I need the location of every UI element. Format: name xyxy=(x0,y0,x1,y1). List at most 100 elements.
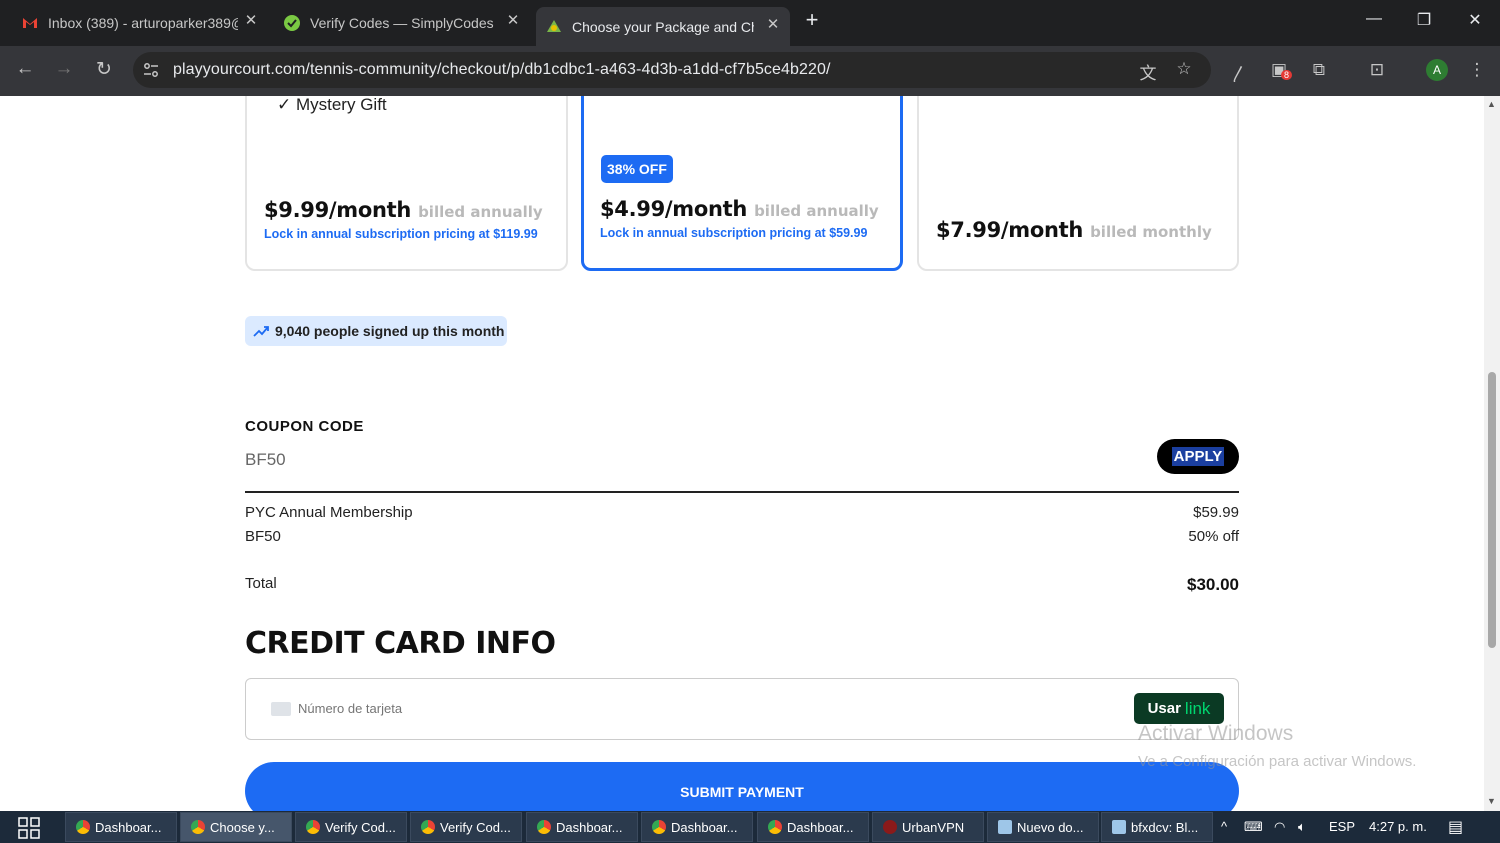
back-icon[interactable]: ← xyxy=(12,58,38,80)
social-proof-text: 9,040 people signed up this month xyxy=(275,323,505,339)
summary-discount-label: BF50 xyxy=(245,528,281,545)
taskbar-item[interactable]: Choose y... xyxy=(180,812,292,842)
clock[interactable]: 4:27 p. m. xyxy=(1369,819,1427,834)
extensions-puzzle-icon[interactable]: ⧉ xyxy=(1308,60,1330,80)
link-logo: link xyxy=(1184,698,1211,718)
tray-chevron-up-icon[interactable]: ^ xyxy=(1221,819,1227,834)
minimize-icon[interactable]: — xyxy=(1362,10,1386,28)
apply-coupon-button[interactable]: APPLY xyxy=(1157,439,1239,474)
scrollbar-thumb[interactable] xyxy=(1488,372,1496,648)
address-bar[interactable]: playyourcourt.com/tennis-community/check… xyxy=(133,52,1211,88)
close-tab-icon[interactable]: ✕ xyxy=(502,11,524,29)
close-window-icon[interactable]: ✕ xyxy=(1463,10,1487,30)
plan-card-annual-premium[interactable]: ✓ Mystery Gift $9.99/month billed annual… xyxy=(245,96,568,271)
chrome-icon xyxy=(537,820,551,834)
forward-icon[interactable]: → xyxy=(51,58,77,80)
credit-card-title: CREDIT CARD INFO xyxy=(245,626,556,661)
translate-icon[interactable]: 文 xyxy=(1137,59,1159,84)
use-link-button[interactable]: Usar link xyxy=(1134,693,1224,724)
summary-item-label: PYC Annual Membership xyxy=(245,504,413,521)
taskbar-item[interactable]: Dashboar... xyxy=(526,812,638,842)
taskbar-item[interactable]: Dashboar... xyxy=(65,812,177,842)
plan-card-annual-selected[interactable]: 38% OFF $4.99/month billed annually Lock… xyxy=(581,96,903,271)
trending-up-icon xyxy=(253,326,269,337)
chrome-icon xyxy=(421,820,435,834)
credit-card-icon xyxy=(271,702,291,716)
chrome-icon xyxy=(306,820,320,834)
urbanvpn-icon xyxy=(883,820,897,834)
chrome-icon xyxy=(191,820,205,834)
extension-feather-icon[interactable]: 〳 xyxy=(1228,60,1250,85)
plan-card-monthly[interactable]: $7.99/month billed monthly xyxy=(917,96,1239,271)
plan-feature: ✓ Mystery Gift xyxy=(277,96,387,114)
notepad-icon xyxy=(1112,820,1126,834)
more-menu-icon[interactable]: ⋮ xyxy=(1466,60,1488,80)
extension-badge-icon[interactable]: ▣ 8 xyxy=(1268,60,1293,80)
tab-checkout[interactable]: Choose your Package and Chec ✕ xyxy=(536,7,790,46)
taskbar-item[interactable]: Verify Cod... xyxy=(295,812,407,842)
scroll-up-icon[interactable]: ▲ xyxy=(1487,99,1496,109)
start-grid-icon[interactable] xyxy=(18,817,40,839)
plan-lockin-text: Lock in annual subscription pricing at $… xyxy=(264,227,538,241)
discount-badge: 38% OFF xyxy=(601,155,673,183)
summary-total-label: Total xyxy=(245,575,277,592)
profile-avatar[interactable]: A xyxy=(1426,59,1448,81)
windows-activation-title: Activar Windows xyxy=(1138,722,1294,745)
taskbar-item[interactable]: bfxdcv: Bl... xyxy=(1101,812,1213,842)
site-settings-icon[interactable] xyxy=(143,62,159,78)
plan-price: $9.99/month billed annually xyxy=(264,198,543,222)
browser-toolbar: ← → ↻ playyourcourt.com/tennis-community… xyxy=(0,46,1500,96)
tab-simplycodes[interactable]: Verify Codes — SimplyCodes ✕ xyxy=(284,8,524,38)
taskbar-item[interactable]: Dashboar... xyxy=(757,812,869,842)
summary-total-value: $30.00 xyxy=(1187,575,1239,594)
close-tab-icon[interactable]: ✕ xyxy=(762,15,784,33)
chrome-icon xyxy=(652,820,666,834)
notifications-icon[interactable]: ▤ xyxy=(1448,817,1463,837)
plan-price: $4.99/month billed annually xyxy=(600,197,879,221)
card-number-input[interactable] xyxy=(298,701,898,716)
submit-payment-button[interactable]: SUBMIT PAYMENT xyxy=(245,762,1239,811)
notepad-icon xyxy=(998,820,1012,834)
new-tab-icon[interactable]: + xyxy=(800,7,824,33)
extension-badge-count: 8 xyxy=(1281,70,1293,80)
checkout-page: ✓ Mystery Gift $9.99/month billed annual… xyxy=(0,96,1484,811)
tab-gmail[interactable]: Inbox (389) - arturoparker389@ ✕ xyxy=(22,8,262,38)
bookmark-star-icon[interactable]: ☆ xyxy=(1173,59,1195,79)
language-indicator[interactable]: ESP xyxy=(1329,819,1355,834)
coupon-divider xyxy=(245,491,1239,493)
taskbar-item[interactable]: Verify Cod... xyxy=(410,812,522,842)
summary-discount-value: 50% off xyxy=(1188,528,1239,545)
social-proof-badge: 9,040 people signed up this month xyxy=(245,316,507,346)
apply-label: APPLY xyxy=(1171,447,1225,466)
tab-search-icon[interactable]: ⊡ xyxy=(1366,60,1388,80)
scroll-down-icon[interactable]: ▼ xyxy=(1487,796,1496,806)
plan-lockin-text: Lock in annual subscription pricing at $… xyxy=(600,226,868,240)
url-text: playyourcourt.com/tennis-community/check… xyxy=(173,61,831,78)
coupon-input[interactable] xyxy=(245,450,1125,470)
pyc-icon xyxy=(547,19,561,32)
browser-tab-bar: Inbox (389) - arturoparker389@ ✕ Verify … xyxy=(0,0,1500,46)
chrome-icon xyxy=(768,820,782,834)
simplycodes-icon xyxy=(284,15,300,31)
windows-taskbar: Dashboar... Choose y... Verify Cod... Ve… xyxy=(0,811,1500,843)
summary-item-price: $59.99 xyxy=(1193,504,1239,521)
card-number-field[interactable]: Usar link xyxy=(245,678,1239,740)
close-tab-icon[interactable]: ✕ xyxy=(240,11,262,29)
restore-icon[interactable]: ❐ xyxy=(1412,10,1436,30)
coupon-label: COUPON CODE xyxy=(245,418,364,435)
taskbar-item[interactable]: Nuevo do... xyxy=(987,812,1099,842)
windows-activation-subtitle: Ve a Configuración para activar Windows. xyxy=(1138,753,1417,770)
tab-title: Inbox (389) - arturoparker389@ xyxy=(48,15,238,31)
plan-price: $7.99/month billed monthly xyxy=(936,218,1212,242)
gmail-icon xyxy=(23,18,37,28)
volume-icon[interactable]: 🔈︎ xyxy=(1298,819,1306,835)
tray-input-icon[interactable]: ⌨ xyxy=(1244,819,1263,835)
taskbar-item[interactable]: Dashboar... xyxy=(641,812,753,842)
reload-icon[interactable]: ↻ xyxy=(91,58,117,81)
chrome-icon xyxy=(76,820,90,834)
tab-title: Choose your Package and Chec xyxy=(572,18,754,35)
link-prefix: Usar xyxy=(1147,700,1181,717)
taskbar-item[interactable]: UrbanVPN xyxy=(872,812,984,842)
page-scrollbar[interactable]: ▲ ▼ xyxy=(1484,96,1500,811)
wifi-icon[interactable]: ◠ xyxy=(1274,819,1285,835)
